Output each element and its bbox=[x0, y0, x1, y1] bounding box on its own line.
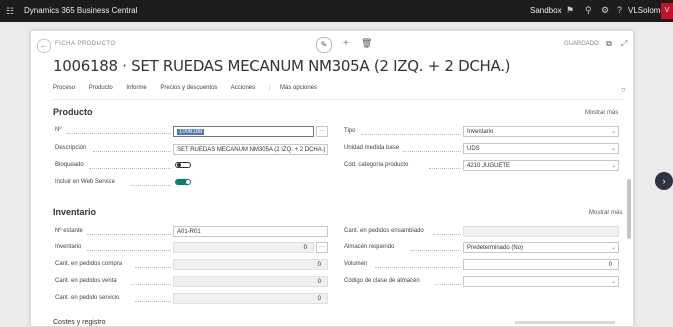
label-pedidos-ensamblado: Cant. en pedidos ensamblado bbox=[344, 228, 424, 234]
action-separator: | bbox=[268, 85, 271, 91]
dotted-leader bbox=[131, 185, 171, 186]
field-clase-almacen[interactable]: ⌄ bbox=[463, 276, 619, 287]
dotted-leader bbox=[89, 168, 171, 169]
field-no[interactable]: 1006188 bbox=[173, 126, 314, 137]
label-estante: Nº estante bbox=[55, 228, 83, 234]
label-inventario: Inventario bbox=[55, 244, 82, 250]
field-pedido-servicio: 0 bbox=[173, 293, 328, 304]
dotted-leader bbox=[375, 267, 461, 268]
label-web-service: Incluir en Web Service bbox=[55, 179, 115, 185]
page-caption: FICHA PRODUCTO bbox=[55, 41, 116, 47]
label-volumen: Volumen bbox=[344, 261, 368, 267]
action-more-options[interactable]: Más opciones bbox=[280, 85, 317, 91]
field-tipo[interactable]: Inventario ⌄ bbox=[463, 126, 619, 137]
top-bar: ☷ Dynamics 365 Business Central Sandbox … bbox=[0, 0, 673, 22]
item-card: ← FICHA PRODUCTO ✎ + 🗑 GUARDADO ⧉ ⤢ 1006… bbox=[30, 30, 634, 327]
field-categoria[interactable]: 4210 JUGUETE ⌄ bbox=[463, 160, 619, 171]
app-launcher-icon[interactable]: ☷ bbox=[6, 6, 16, 16]
dotted-leader bbox=[87, 250, 171, 251]
page-title: 1006188 · SET RUEDAS MECANUM NM305A (2 I… bbox=[53, 57, 511, 75]
field-volumen[interactable]: 0 bbox=[463, 259, 619, 270]
gear-icon[interactable]: ⚙ bbox=[601, 5, 609, 16]
action-acciones[interactable]: Acciones bbox=[231, 85, 255, 91]
field-unidad-medida[interactable]: UDS ⌄ bbox=[463, 143, 619, 154]
label-no: Nº bbox=[55, 127, 62, 133]
field-pedidos-compra: 0 bbox=[173, 259, 328, 270]
dotted-leader bbox=[93, 151, 171, 152]
action-proceso[interactable]: Proceso bbox=[53, 85, 75, 91]
dotted-leader bbox=[403, 151, 461, 152]
dotted-leader bbox=[429, 168, 461, 169]
pin-icon[interactable]: ○ bbox=[621, 85, 626, 94]
section-inventario[interactable]: Inventario bbox=[53, 207, 96, 217]
lookup-button[interactable]: ··· bbox=[316, 126, 328, 137]
back-arrow-icon[interactable]: ← bbox=[37, 39, 51, 53]
label-pedidos-compra: Cant. en pedidos compra bbox=[55, 261, 123, 267]
label-pedido-servicio: Cant. en pedido servicio bbox=[55, 295, 120, 301]
app-title[interactable]: Dynamics 365 Business Central bbox=[24, 6, 137, 15]
field-descripcion[interactable]: SET RUEDAS MECANUM NM305A (2 IZQ. + 2 DC… bbox=[173, 144, 328, 155]
dotted-leader bbox=[67, 133, 171, 134]
field-pedidos-ensamblado bbox=[463, 226, 619, 237]
scrollbar[interactable] bbox=[627, 179, 631, 239]
dotted-leader bbox=[131, 284, 171, 285]
chevron-down-icon: ⌄ bbox=[610, 129, 616, 135]
delete-trash-icon[interactable]: 🗑 bbox=[361, 38, 372, 49]
expand-icon[interactable]: ⤢ bbox=[621, 39, 627, 49]
label-unidad-medida: Unidad medida base bbox=[344, 145, 400, 151]
notifications-icon[interactable]: ⚑ bbox=[566, 5, 574, 16]
chevron-down-icon: ⌄ bbox=[610, 163, 616, 169]
label-clase-almacen: Código de clase de almacén bbox=[344, 278, 420, 284]
dotted-leader bbox=[435, 284, 461, 285]
label-pedidos-venta: Cant. en pedidos venta bbox=[55, 278, 117, 284]
chevron-down-icon: ⌄ bbox=[610, 146, 616, 152]
open-new-window-icon[interactable]: ⧉ bbox=[606, 39, 612, 49]
label-almacen-requerido: Almacén requerido bbox=[344, 244, 395, 250]
dotted-leader bbox=[361, 134, 461, 135]
edit-pencil-icon[interactable]: ✎ bbox=[316, 37, 332, 53]
saved-status: GUARDADO bbox=[564, 41, 599, 47]
field-estante[interactable]: A01-R01 bbox=[173, 226, 328, 237]
dotted-leader bbox=[135, 267, 171, 268]
action-precios[interactable]: Precios y descuentos bbox=[160, 85, 217, 91]
chevron-down-icon: ⌄ bbox=[610, 245, 616, 251]
lookup-button[interactable]: ··· bbox=[316, 242, 328, 253]
avatar[interactable]: V bbox=[661, 3, 673, 19]
divider bbox=[53, 99, 623, 100]
producto-show-more[interactable]: Mostrar más bbox=[585, 110, 618, 116]
inventario-show-more[interactable]: Mostrar más bbox=[589, 210, 622, 216]
field-inventario[interactable]: 0 bbox=[173, 242, 314, 253]
dotted-leader bbox=[433, 234, 461, 235]
chevron-down-icon: ⌄ bbox=[610, 279, 616, 285]
action-producto[interactable]: Producto bbox=[89, 85, 113, 91]
dotted-leader bbox=[135, 301, 171, 302]
toggle-bloqueado[interactable] bbox=[175, 162, 191, 168]
scroll-right-arrow-icon[interactable]: › bbox=[655, 172, 673, 190]
action-informe[interactable]: Informe bbox=[126, 85, 146, 91]
toggle-web-service[interactable] bbox=[175, 179, 191, 185]
next-section-field bbox=[515, 321, 615, 324]
section-producto[interactable]: Producto bbox=[53, 107, 93, 117]
label-categoria: Cód. categoría producto bbox=[344, 162, 409, 168]
label-bloqueado: Bloqueado bbox=[55, 162, 84, 168]
dotted-leader bbox=[411, 250, 461, 251]
action-bar: Proceso Producto Informe Precios y descu… bbox=[53, 85, 329, 91]
label-tipo: Tipo bbox=[344, 128, 356, 134]
dotted-leader bbox=[87, 234, 171, 235]
field-almacen-requerido[interactable]: Predeterminado (No) ⌄ bbox=[463, 242, 619, 253]
search-icon[interactable]: ⚲ bbox=[585, 5, 592, 16]
field-pedidos-venta: 0 bbox=[173, 276, 328, 287]
environment-label[interactable]: Sandbox bbox=[530, 6, 562, 15]
help-icon[interactable]: ? bbox=[617, 5, 622, 15]
new-plus-icon[interactable]: + bbox=[343, 38, 349, 49]
label-descripcion: Descripción bbox=[55, 145, 87, 151]
